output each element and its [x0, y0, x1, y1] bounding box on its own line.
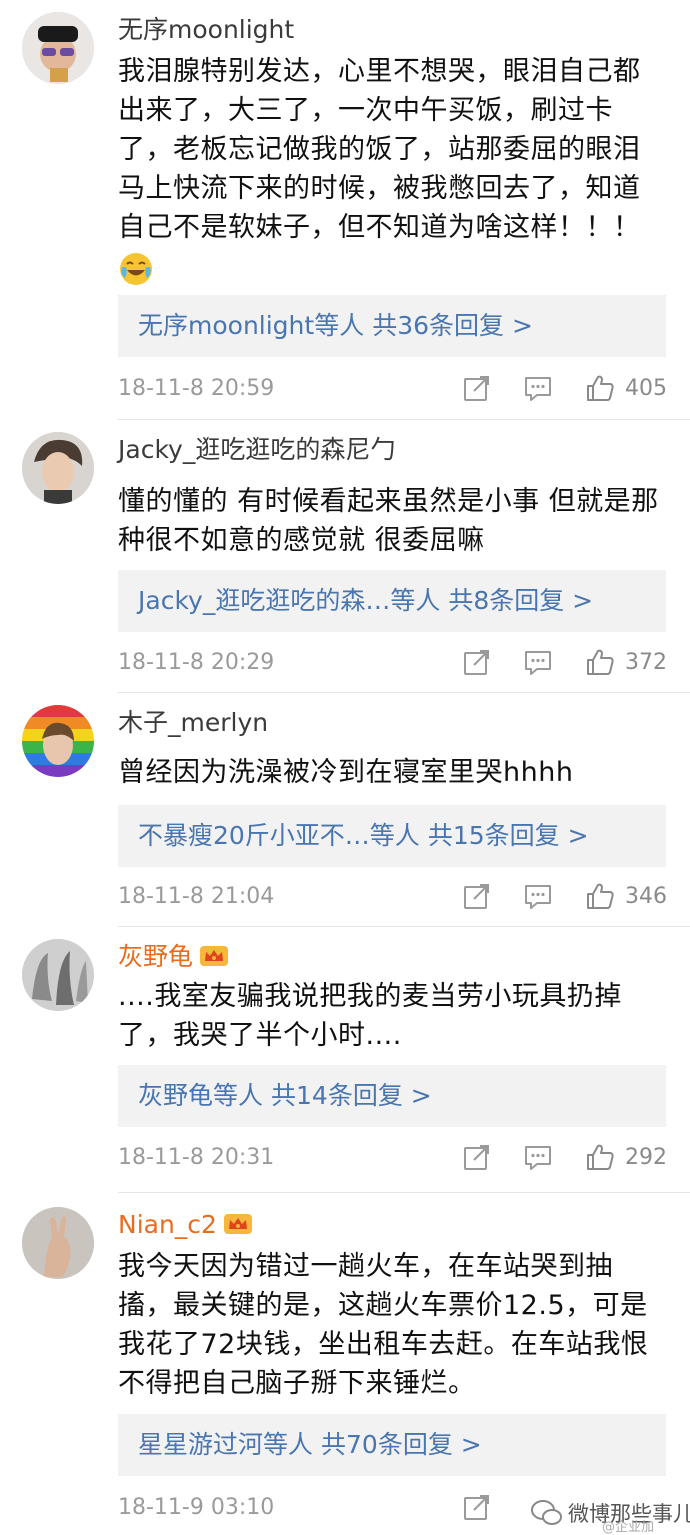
- reply-count: 共36条回复 >: [372, 311, 533, 340]
- username-text: 灰野龟: [118, 942, 194, 971]
- share-icon[interactable]: [462, 373, 492, 403]
- thumbs-up-icon[interactable]: [585, 881, 615, 911]
- comment-line: 出来了，大三了，一次中午买饭，刷过卡: [118, 95, 613, 126]
- wechat-icon: [531, 1500, 562, 1525]
- share-icon[interactable]: [462, 1142, 492, 1172]
- timestamp: 18-11-8 20:29: [118, 650, 275, 675]
- comment-icon[interactable]: [523, 881, 553, 911]
- watermark: 微博那些事儿 @企业加: [528, 1494, 690, 1535]
- comment-line: 种很不如意的感觉就 很委屈嘛: [118, 525, 485, 556]
- reply-users: 不暴瘦20斤小亚不…等人: [138, 821, 420, 850]
- username[interactable]: Jacky_逛吃逛吃的森尼勹: [118, 434, 395, 466]
- share-icon[interactable]: [462, 647, 492, 677]
- comment-line: 了，老板忘记做我的饭了，站那委屈的眼泪: [118, 134, 641, 165]
- timestamp: 18-11-8 20:31: [118, 1145, 275, 1170]
- avatar[interactable]: [22, 1207, 94, 1279]
- avatar[interactable]: [22, 939, 94, 1011]
- avatar[interactable]: [22, 12, 94, 84]
- thumbs-up-icon[interactable]: [585, 373, 615, 403]
- comment-line: 搐，最关键的是，这趟火车票价12.5，可是: [118, 1290, 648, 1321]
- timestamp: 18-11-8 21:04: [118, 884, 275, 909]
- comment-icon[interactable]: [523, 647, 553, 677]
- reply-users: 无序moonlight等人: [138, 311, 365, 340]
- comment-meta: 18-11-8 21:04 346: [118, 879, 668, 915]
- username-text: Nian_c2: [118, 1210, 217, 1239]
- comment-item: 灰野龟 ....我室友骗我说把我的麦当劳小玩具扔掉 了，我哭了半个小时.... …: [0, 927, 690, 1193]
- avatar[interactable]: [22, 705, 94, 777]
- comment-line: 我今天因为错过一趟火车，在车站哭到抽: [118, 1251, 613, 1282]
- avatar[interactable]: [22, 432, 94, 504]
- comment-item: 无序moonlight 我泪腺特别发达，心里不想哭，眼泪自己都 出来了，大三了，…: [0, 0, 690, 420]
- like-count: 292: [625, 1145, 667, 1170]
- comment-item: Jacky_逛吃逛吃的森尼勹 懂的懂的 有时候看起来虽然是小事 但就是那 种很不…: [0, 420, 690, 693]
- comment-line: 自己不是软妹子，但不知道为啥这样！！！: [118, 212, 641, 243]
- reply-users: 星星游过河等人: [138, 1430, 314, 1459]
- share-icon[interactable]: [462, 881, 492, 911]
- like-count: 405: [625, 376, 667, 401]
- reply-summary[interactable]: 不暴瘦20斤小亚不…等人 共15条回复 >: [118, 805, 666, 867]
- comment-text: 曾经因为洗澡被冷到在寝室里哭hhhh: [118, 753, 658, 792]
- like-count: 372: [625, 650, 667, 675]
- reply-summary[interactable]: 星星游过河等人 共70条回复 >: [118, 1414, 666, 1476]
- comment-item: Nian_c2 我今天因为错过一趟火车，在车站哭到抽 搐，最关键的是，这趟火车票…: [0, 1193, 690, 1534]
- reply-summary[interactable]: 灰野龟等人 共14条回复 >: [118, 1065, 666, 1127]
- username[interactable]: Nian_c2: [118, 1209, 253, 1241]
- comment-line: 曾经因为洗澡被冷到在寝室里哭hhhh: [118, 757, 574, 788]
- reply-count: 共15条回复 >: [427, 821, 589, 850]
- comment-line: 我泪腺特别发达，心里不想哭，眼泪自己都: [118, 56, 641, 87]
- comment-line: 马上快流下来的时候，被我憋回去了，知道: [118, 173, 641, 204]
- comment-meta: 18-11-8 20:59 405: [118, 371, 668, 407]
- comment-meta: 18-11-8 20:29 372: [118, 645, 668, 681]
- timestamp: 18-11-8 20:59: [118, 376, 275, 401]
- comment-icon[interactable]: [523, 1142, 553, 1172]
- reply-users: Jacky_逛吃逛吃的森…等人: [138, 586, 441, 615]
- username[interactable]: 木子_merlyn: [118, 707, 268, 739]
- comment-line: 懂的懂的 有时候看起来虽然是小事 但就是那: [118, 486, 659, 517]
- comment-item: 木子_merlyn 曾经因为洗澡被冷到在寝室里哭hhhh 不暴瘦20斤小亚不…等…: [0, 693, 690, 927]
- comment-text: ....我室友骗我说把我的麦当劳小玩具扔掉 了，我哭了半个小时....: [118, 977, 658, 1055]
- reply-count: 共70条回复 >: [321, 1430, 482, 1459]
- vip-crown-icon: [199, 944, 229, 968]
- comment-text: 懂的懂的 有时候看起来虽然是小事 但就是那 种很不如意的感觉就 很委屈嘛: [118, 482, 658, 560]
- username[interactable]: 无序moonlight: [118, 14, 294, 46]
- reply-users: 灰野龟等人: [138, 1081, 264, 1110]
- reply-count: 共14条回复 >: [271, 1081, 432, 1110]
- comment-text: 我泪腺特别发达，心里不想哭，眼泪自己都 出来了，大三了，一次中午买饭，刷过卡 了…: [118, 52, 658, 298]
- comment-line: 我花了72块钱，坐出租车去赶。在车站我恨: [118, 1329, 649, 1360]
- like-count: 346: [625, 884, 667, 909]
- reply-summary[interactable]: 无序moonlight等人 共36条回复 >: [118, 295, 666, 357]
- share-icon[interactable]: [462, 1492, 492, 1522]
- watermark-sub: @企业加: [602, 1520, 655, 1535]
- comment-meta: 18-11-8 20:31 292: [118, 1140, 668, 1176]
- reply-summary[interactable]: Jacky_逛吃逛吃的森…等人 共8条回复 >: [118, 570, 666, 632]
- thumbs-up-icon[interactable]: [585, 647, 615, 677]
- vip-crown-icon: [223, 1212, 253, 1236]
- username[interactable]: 灰野龟: [118, 941, 229, 973]
- reply-count: 共8条回复 >: [448, 586, 594, 615]
- comment-line: 不得把自己脑子掰下来锤烂。: [118, 1368, 476, 1399]
- comment-line: 了，我哭了半个小时....: [118, 1020, 402, 1051]
- comment-text: 我今天因为错过一趟火车，在车站哭到抽 搐，最关键的是，这趟火车票价12.5，可是…: [118, 1247, 658, 1403]
- laugh-cry-emoji: [118, 251, 154, 287]
- comment-icon[interactable]: [523, 373, 553, 403]
- thumbs-up-icon[interactable]: [585, 1142, 615, 1172]
- comment-line: ....我室友骗我说把我的麦当劳小玩具扔掉: [118, 981, 622, 1012]
- timestamp: 18-11-9 03:10: [118, 1495, 275, 1520]
